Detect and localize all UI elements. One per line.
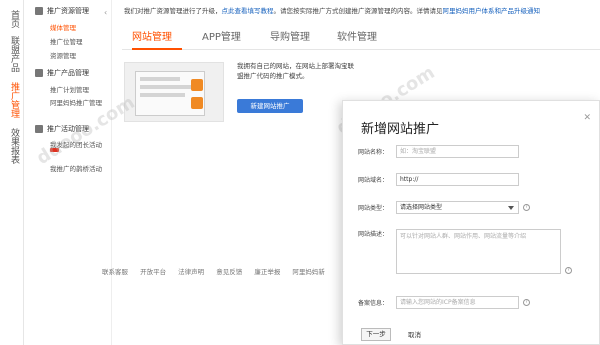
website-type-label: 网站类型： [358,205,389,212]
website-name-input[interactable]: 如：淘宝联盟 [396,145,519,158]
website-promo-description: 我拥有自己的网站，在网站上部署淘宝联盟推广代码的推广模式。 [237,62,354,80]
sidebar-group-products[interactable]: 推广产品管理 [35,68,89,78]
footer-link[interactable]: 意见反馈 [216,268,242,276]
footer-links: 联系客服 开放平台 法律声明 意见反馈 廉正举报 阿里妈妈新 [102,266,335,276]
active-tab-indicator [132,48,182,50]
website-desc-textarea[interactable]: 可以针对网站人群、网站作用、网站流量等介绍 [396,229,561,274]
next-step-button[interactable]: 下一步 [361,328,391,341]
cancel-link[interactable]: 取消 [408,329,421,339]
sidebar-item-bridge-activity[interactable]: 我推广的鹊桥活动 [50,163,102,173]
tab-bar: 网站管理 APP管理 导购管理 软件管理 [122,24,600,50]
nav-promotion-management[interactable]: 推广管理 [9,82,19,118]
icp-input[interactable]: 请输入您网站的ICP备案信息 [396,296,519,309]
website-name-row: 网站名称： 如：淘宝联盟 [358,145,519,158]
sidebar-group-label: 推广资源管理 [47,7,89,15]
nav-home[interactable]: 首页 [9,10,19,28]
website-domain-label: 网站域名： [358,177,389,184]
help-icon[interactable]: ? [523,299,530,306]
sidebar: ‹ 推广资源管理 媒体管理 推广位管理 资源管理 推广产品管理 推广计划管理 阿… [24,0,112,345]
sidebar-item-media[interactable]: 媒体管理 [50,22,76,32]
chevron-left-icon[interactable]: ‹ [104,8,107,17]
website-domain-row: 网站域名： http:// [358,173,519,186]
website-desc-row: 网站描述： 可以针对网站人群、网站作用、网站流量等介绍 ? [358,229,572,274]
illustration-bar [140,85,195,89]
website-type-row: 网站类型： 请选择网站类型 ? [358,201,530,214]
footer-link[interactable]: 法律声明 [178,268,204,276]
sidebar-group-label: 推广活动管理 [47,125,89,133]
cart-icon [191,97,203,109]
close-icon[interactable]: ✕ [583,113,591,123]
new-website-promo-button[interactable]: 新建网站推广 [237,99,303,113]
sidebar-item-adzone[interactable]: 推广位管理 [50,36,83,46]
website-domain-input[interactable]: http:// [396,173,519,186]
new-badge [50,148,59,152]
nav-alliance-products[interactable]: 联盟产品 [9,36,19,72]
primary-nav: 首页 联盟产品 推广管理 效果报表 [0,0,24,345]
footer-link[interactable]: 开放平台 [140,268,166,276]
website-illustration [124,62,224,122]
sidebar-item-plans[interactable]: 推广计划管理 [50,84,89,94]
product-icon [35,69,43,77]
chevron-down-icon [508,206,514,210]
upgrade-notice: 我们对推广资源管理进行了升级，点此查看填写教程。请您按实际推广方式创建推广资源管… [124,5,600,15]
help-icon[interactable]: ? [565,267,572,274]
sidebar-group-label: 推广产品管理 [47,69,89,77]
sidebar-group-activities[interactable]: 推广活动管理 [35,124,89,134]
tutorial-link[interactable]: 点此查看填写教程 [222,7,274,15]
tab-shopping-guide[interactable]: 导购管理 [270,28,310,43]
website-name-label: 网站名称： [358,149,389,156]
upgrade-notice-link[interactable]: 阿里妈妈用户体系和产品升级通知 [443,7,541,15]
sidebar-item-alimama-promo[interactable]: 阿里妈妈推广管理 [50,97,102,107]
footer-link[interactable]: 联系客服 [102,268,128,276]
icp-label: 备案信息： [358,300,389,307]
footer-link[interactable]: 廉正举报 [254,268,280,276]
website-type-select[interactable]: 请选择网站类型 [396,201,519,214]
sidebar-item-resources[interactable]: 资源管理 [50,50,76,60]
notice-middle: 。请您按实际推广方式创建推广资源管理的内容。详情请见 [273,7,443,15]
dialog-title: 新增网站推广 [361,122,440,137]
notice-prefix: 我们对推广资源管理进行了升级， [124,7,222,15]
activity-icon [35,125,43,133]
cart-icon [191,79,203,91]
tab-software[interactable]: 软件管理 [337,28,377,43]
sidebar-group-resources[interactable]: 推广资源管理 [35,6,89,16]
gear-icon [35,7,43,15]
icp-row: 备案信息： 请输入您网站的ICP备案信息 ? [358,296,530,309]
tab-app[interactable]: APP管理 [202,28,241,43]
tab-website[interactable]: 网站管理 [132,28,172,43]
website-desc-label: 网站描述： [358,231,389,238]
footer-link[interactable]: 阿里妈妈新 [292,268,325,276]
help-icon[interactable]: ? [523,204,530,211]
website-type-value: 请选择网站类型 [400,204,443,211]
new-website-promo-dialog: ✕ 新增网站推广 网站名称： 如：淘宝联盟 网站域名： http:// 网站类型… [342,100,600,345]
illustration-bar [140,93,185,97]
nav-effect-reports[interactable]: 效果报表 [9,128,19,164]
illustration-bar [140,77,180,81]
